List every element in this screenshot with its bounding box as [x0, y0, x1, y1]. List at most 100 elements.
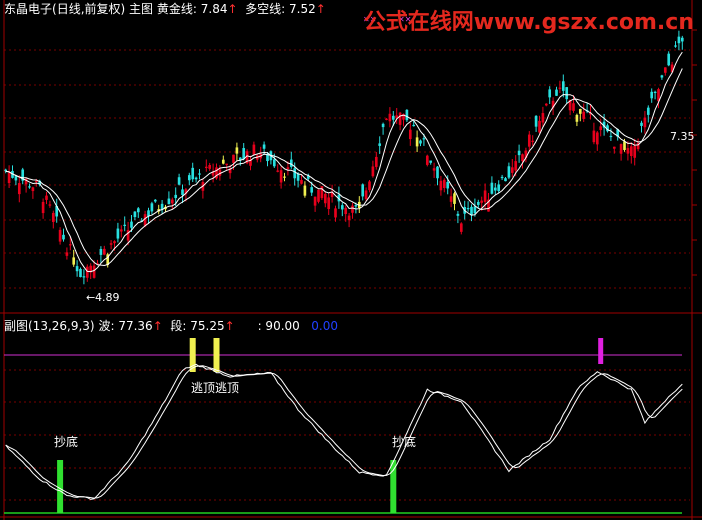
candle [221, 155, 225, 165]
candle-body [300, 179, 303, 184]
candle-body [388, 113, 392, 122]
candle-body [497, 184, 501, 191]
low-price-label: 4.89 [95, 291, 120, 304]
escape-top-label-1: 逃顶 [191, 381, 215, 395]
candle-body [313, 196, 317, 206]
gold-line-value: 7.84 [200, 2, 228, 16]
candle [72, 249, 76, 267]
candle-body [286, 167, 290, 170]
multi-line-label: 多空线: [245, 2, 286, 16]
candle-body [368, 181, 371, 191]
candle-body [442, 179, 446, 188]
wave-line [5, 363, 683, 500]
candle [170, 197, 174, 210]
candle [123, 216, 127, 232]
candle [388, 107, 392, 128]
candle-body [194, 177, 198, 180]
candle-body [558, 87, 562, 89]
candle-body [147, 210, 150, 217]
candle-body [385, 118, 388, 120]
candle [323, 191, 327, 208]
candle [320, 185, 324, 201]
escape-top-label-2: 逃顶 [215, 381, 239, 395]
candle [102, 245, 106, 256]
period-label: (日线,前复权) [52, 2, 126, 16]
candle [398, 111, 402, 131]
candle [259, 146, 263, 163]
candle-body [612, 146, 616, 149]
candle-body [252, 144, 256, 155]
candle [643, 111, 647, 134]
gold-line-label: 黄金线: [156, 2, 197, 16]
top-signal-bar [213, 338, 220, 372]
candle [41, 198, 45, 219]
candle [555, 86, 558, 96]
candle [351, 202, 354, 219]
candle-body [116, 228, 120, 239]
candle [160, 199, 164, 215]
candle-body [45, 195, 48, 200]
candle-body [640, 122, 643, 126]
candle-body [575, 114, 579, 122]
candle [82, 269, 86, 285]
candle [136, 207, 140, 218]
candle-body [619, 144, 623, 154]
wave-up-arrow: ↑ [152, 319, 163, 333]
candle-body [595, 132, 599, 145]
candle-body [235, 147, 239, 154]
candle [667, 51, 671, 67]
candle [187, 172, 191, 186]
gold-up-arrow: ↑ [227, 2, 238, 16]
candle-body [113, 241, 116, 244]
candle [680, 35, 684, 50]
candle-body [480, 200, 484, 203]
candle-body [58, 229, 62, 242]
candle [364, 187, 368, 202]
candle [289, 151, 293, 169]
candle-body [466, 207, 470, 210]
candle [619, 143, 623, 161]
candle-body [361, 184, 365, 197]
candle-body [415, 137, 419, 147]
candle [235, 142, 239, 162]
candle-body [582, 111, 586, 119]
candle [504, 177, 507, 182]
candle [31, 186, 35, 199]
candle [510, 158, 514, 177]
candle [334, 205, 337, 222]
candle-body [507, 166, 511, 178]
candle-body [167, 198, 171, 205]
candle-body [272, 159, 276, 167]
candle-body [623, 141, 626, 150]
candle [21, 167, 25, 185]
segment-value: 75.25 [190, 319, 225, 333]
main-chart-label: 主图 [129, 2, 154, 16]
candle [531, 135, 535, 146]
candle-body [599, 126, 603, 131]
segment-up-arrow: ↑ [224, 319, 235, 333]
candle-body [527, 134, 531, 147]
candle [544, 103, 548, 107]
candle-body [398, 112, 402, 125]
candle-body [68, 244, 72, 246]
bottom-label-1: 抄底 [54, 434, 78, 449]
candle [317, 189, 320, 204]
candle [276, 164, 280, 173]
candle [439, 175, 443, 196]
candle-body [429, 160, 433, 163]
segment-label: 段: [170, 319, 187, 333]
candle-body [340, 205, 344, 210]
candle [371, 160, 375, 178]
candle [629, 142, 633, 164]
candle-body [541, 113, 545, 123]
candle-body [412, 124, 416, 127]
candle [419, 139, 422, 147]
candle-body [41, 201, 45, 214]
candle [198, 169, 201, 180]
candle-body [109, 243, 113, 245]
candle-body [51, 212, 55, 222]
candle-body [85, 266, 89, 278]
candle [558, 80, 562, 93]
candle-body [470, 206, 473, 216]
candle [58, 227, 62, 245]
